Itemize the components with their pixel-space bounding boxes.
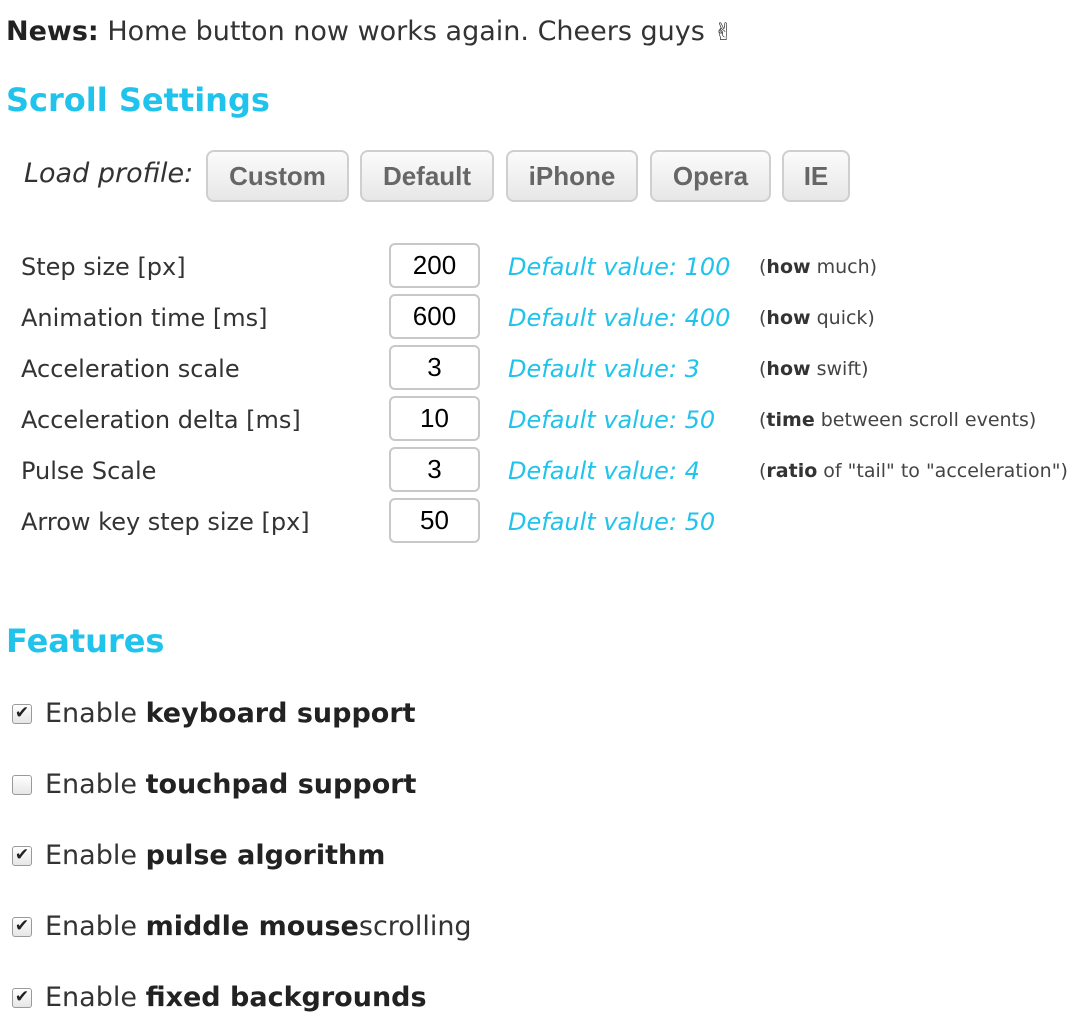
feature-keyboard-support[interactable]: ✔ Enable keyboard support: [12, 698, 416, 729]
arrow-key-step-label: Arrow key step size [px]: [21, 508, 310, 536]
feature-bold: fixed backgrounds: [145, 982, 427, 1013]
animation-time-input[interactable]: [389, 294, 480, 339]
hint-bold: how: [766, 358, 811, 380]
touchpad-support-checkbox[interactable]: [12, 774, 32, 795]
feature-pulse-algorithm[interactable]: ✔ Enable pulse algorithm: [12, 840, 385, 871]
news-text: Home button now works again. Cheers guys: [98, 16, 714, 47]
feature-bold: keyboard support: [145, 698, 416, 729]
pulse-scale-label: Pulse Scale: [21, 457, 157, 485]
hint-bold: how: [766, 307, 811, 329]
animation-time-hint: (how quick): [759, 307, 875, 329]
check-icon: ✔: [14, 703, 30, 723]
pulse-scale-input[interactable]: [389, 447, 480, 492]
feature-suffix: scrolling: [358, 911, 472, 942]
hint-rest: swift): [810, 358, 869, 380]
fixed-backgrounds-checkbox[interactable]: ✔: [12, 987, 32, 1008]
acceleration-delta-default: Default value: 50: [508, 406, 716, 434]
feature-bold: middle mouse: [145, 911, 359, 942]
scroll-settings-heading: Scroll Settings: [6, 81, 270, 119]
profile-opera-button[interactable]: Opera: [650, 150, 771, 202]
profile-default-button[interactable]: Default: [360, 150, 494, 202]
animation-time-default: Default value: 400: [508, 304, 731, 332]
feature-bold: touchpad support: [145, 769, 417, 800]
features-heading: Features: [6, 622, 165, 660]
hint-rest: quick): [810, 307, 875, 329]
profile-ie-button[interactable]: IE: [782, 150, 850, 202]
profile-custom-button[interactable]: Custom: [206, 150, 349, 202]
acceleration-delta-label: Acceleration delta [ms]: [21, 406, 301, 434]
feature-touchpad-support[interactable]: Enable touchpad support: [12, 769, 416, 800]
acceleration-scale-input[interactable]: [389, 345, 480, 390]
feature-middle-mouse[interactable]: ✔ Enable middle mouse scrolling: [12, 911, 472, 942]
hint-bold: time: [766, 409, 815, 431]
keyboard-support-checkbox[interactable]: ✔: [12, 703, 32, 724]
acceleration-scale-default: Default value: 3: [508, 355, 700, 383]
profile-iphone-button[interactable]: iPhone: [506, 150, 638, 202]
pulse-algorithm-checkbox[interactable]: ✔: [12, 845, 32, 866]
hint-rest: much): [810, 256, 878, 278]
hint-bold: ratio: [766, 460, 818, 482]
hint-bold: how: [766, 256, 811, 278]
news-banner: News: Home button now works again. Cheer…: [6, 16, 734, 47]
feature-prefix: Enable: [45, 840, 137, 871]
step-size-hint: (how much): [759, 256, 878, 278]
victory-hand-icon: ✌: [713, 18, 734, 46]
acceleration-delta-input[interactable]: [389, 396, 480, 441]
hint-rest: between scroll events): [814, 409, 1037, 431]
check-icon: ✔: [14, 916, 30, 936]
load-profile-label: Load profile:: [24, 158, 194, 189]
acceleration-delta-hint: (time between scroll events): [759, 409, 1037, 431]
animation-time-label: Animation time [ms]: [21, 304, 268, 332]
feature-prefix: Enable: [45, 769, 137, 800]
hint-rest: of "tail" to "acceleration"): [817, 460, 1068, 482]
check-icon: ✔: [14, 987, 30, 1007]
step-size-label: Step size [px]: [21, 253, 186, 281]
news-label: News:: [6, 16, 99, 47]
arrow-key-step-default: Default value: 50: [508, 508, 716, 536]
pulse-scale-default: Default value: 4: [508, 457, 700, 485]
feature-fixed-backgrounds[interactable]: ✔ Enable fixed backgrounds: [12, 982, 427, 1013]
pulse-scale-hint: (ratio of "tail" to "acceleration"): [759, 460, 1068, 482]
feature-prefix: Enable: [45, 982, 137, 1013]
step-size-default: Default value: 100: [508, 253, 731, 281]
feature-prefix: Enable: [45, 698, 137, 729]
feature-bold: pulse algorithm: [145, 840, 386, 871]
acceleration-scale-hint: (how swift): [759, 358, 869, 380]
middle-mouse-checkbox[interactable]: ✔: [12, 916, 32, 937]
step-size-input[interactable]: [389, 243, 480, 288]
arrow-key-step-input[interactable]: [389, 498, 480, 543]
check-icon: ✔: [14, 845, 30, 865]
acceleration-scale-label: Acceleration scale: [21, 355, 240, 383]
feature-prefix: Enable: [45, 911, 137, 942]
